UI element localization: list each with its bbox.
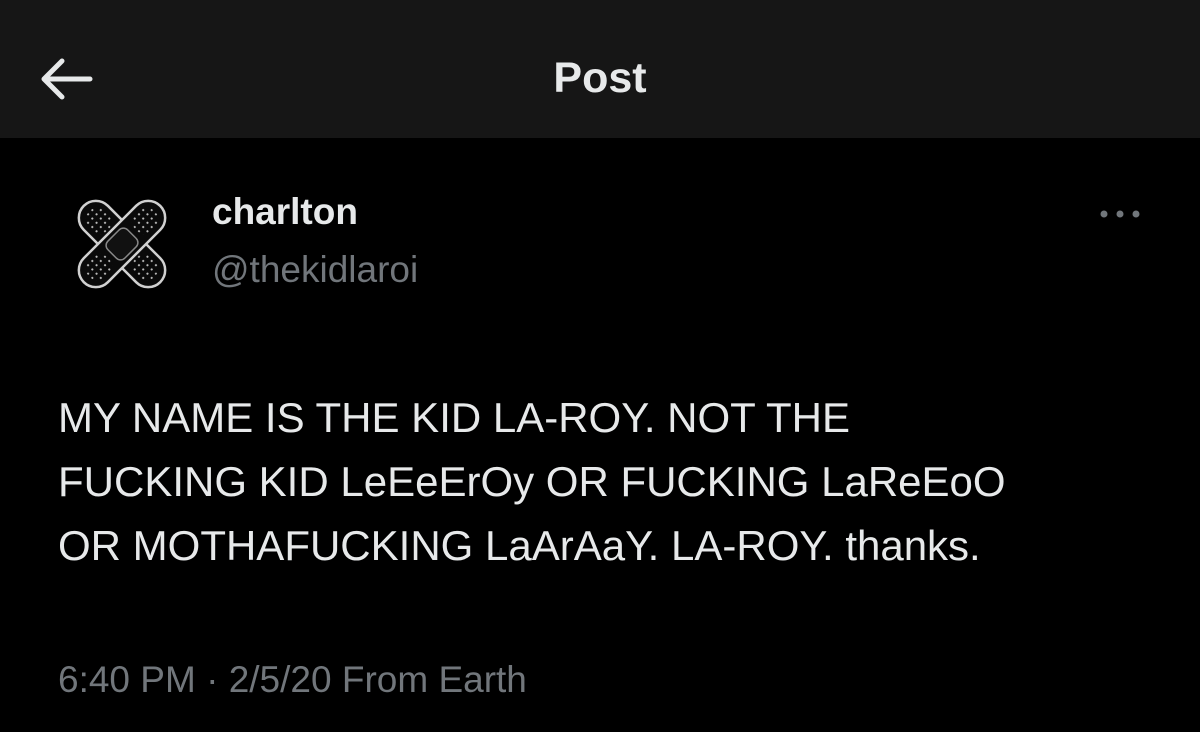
more-options-icon bbox=[1100, 210, 1140, 218]
author-display-name[interactable]: charlton bbox=[212, 190, 358, 234]
crossed-bandage-icon bbox=[77, 199, 167, 289]
post-source: From Earth bbox=[331, 659, 527, 700]
top-bar: Post bbox=[0, 0, 1200, 138]
post-text: MY NAME IS THE KID LA-ROY. NOT THE FUCKI… bbox=[58, 394, 1006, 569]
post-date[interactable]: 2/5/20 bbox=[229, 659, 332, 700]
author-handle[interactable]: @thekidlaroi bbox=[212, 248, 418, 292]
post-time[interactable]: 6:40 PM bbox=[58, 659, 196, 700]
post-meta: 6:40 PM · 2/5/20 From Earth bbox=[58, 656, 527, 704]
avatar[interactable] bbox=[62, 184, 182, 304]
more-options-button[interactable] bbox=[1094, 196, 1146, 232]
meta-separator: · bbox=[195, 659, 229, 700]
page-title: Post bbox=[553, 54, 647, 102]
